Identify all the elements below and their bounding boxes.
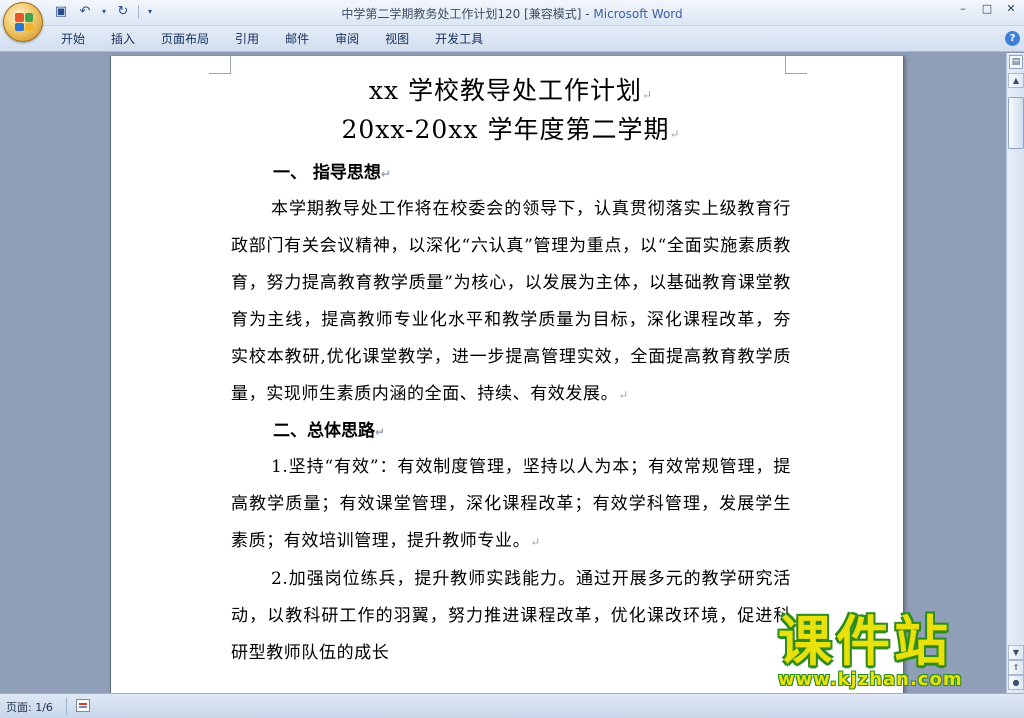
title-bar: ▣ ↶ ▾ ↻ ▾ 中学第二学期教务处工作计划120 [兼容模式] - Micr… <box>0 0 1024 42</box>
document-workspace: xx 学校教导处工作计划↵ 20xx-20xx 学年度第二学期↵ 一、 指导思想… <box>0 53 1006 693</box>
tab-home[interactable]: 开始 <box>48 31 98 47</box>
section-heading-2: 二、总体思路↵ <box>231 414 791 449</box>
previous-page-icon[interactable]: ⇑ <box>1008 660 1024 675</box>
paragraph-1: 本学期教导处工作将在校委会的领导下，认真贯彻落实上级教育行政部门有关会议精神，以… <box>231 191 791 414</box>
watermark-text: 课件站 <box>778 610 952 673</box>
paragraph-mark: ↵ <box>530 535 541 549</box>
ribbon-tabs: 开始 插入 页面布局 引用 邮件 审阅 视图 开发工具 <box>48 31 496 47</box>
browse-object-icon[interactable]: ● <box>1008 675 1024 690</box>
tab-insert[interactable]: 插入 <box>98 31 148 47</box>
proofing-icon[interactable] <box>76 699 90 712</box>
close-button[interactable]: ✕ <box>1004 2 1018 15</box>
paragraph-mark: ↵ <box>642 88 654 102</box>
office-logo-icon <box>15 13 33 31</box>
paragraph-mark: ↵ <box>375 425 386 439</box>
doc-title-text: xx 学校教导处工作计划 <box>368 76 643 105</box>
help-icon[interactable]: ? <box>1005 31 1020 46</box>
section-heading-2-text: 二、总体思路 <box>273 421 375 441</box>
ribbon-tabs-bar: 开始 插入 页面布局 引用 邮件 审阅 视图 开发工具 ? <box>0 26 1024 52</box>
scroll-up-icon[interactable]: ▲ <box>1008 73 1024 88</box>
scroll-down-icon[interactable]: ▼ <box>1008 645 1024 660</box>
paragraph-2-text: 1.坚持“有效”：有效制度管理，坚持以人为本；有效常规管理，提高教学质量；有效课… <box>231 457 791 551</box>
window-controls: – □ ✕ <box>956 2 1018 15</box>
tab-view[interactable]: 视图 <box>372 31 422 47</box>
doc-subtitle: 20xx-20xx 学年度第二学期↵ <box>231 112 791 152</box>
document-body[interactable]: xx 学校教导处工作计划↵ 20xx-20xx 学年度第二学期↵ 一、 指导思想… <box>231 74 791 672</box>
scroll-thumb[interactable] <box>1008 97 1024 149</box>
section-heading-1: 一、 指导思想↵ <box>231 156 791 191</box>
watermark-url: www.kjzhan.com <box>778 669 963 690</box>
page-count[interactable]: 页面: 1/6 <box>6 699 53 715</box>
paragraph-mark: ↵ <box>380 167 391 181</box>
watermark-logo: 课件站 www.kjzhan.com <box>770 612 1006 694</box>
tab-page-layout[interactable]: 页面布局 <box>148 31 222 47</box>
minimize-button[interactable]: – <box>956 2 970 15</box>
paragraph-mark: ↵ <box>669 127 681 141</box>
tab-review[interactable]: 审阅 <box>322 31 372 47</box>
app-name: Microsoft Word <box>593 7 683 21</box>
crop-mark-top-left <box>209 56 231 74</box>
view-ruler-icon[interactable]: ▤ <box>1009 55 1023 69</box>
doc-subtitle-text: 20xx-20xx 学年度第二学期 <box>341 115 670 144</box>
restore-button[interactable]: □ <box>980 2 994 15</box>
tab-references[interactable]: 引用 <box>222 31 272 47</box>
section-heading-1-text: 一、 指导思想 <box>273 163 381 183</box>
status-separator <box>66 697 67 715</box>
paragraph-3-text: 2.加强岗位练兵，提升教师实践能力。通过开展多元的教学研究活动，以教科研工作的羽… <box>231 569 791 663</box>
document-page[interactable]: xx 学校教导处工作计划↵ 20xx-20xx 学年度第二学期↵ 一、 指导思想… <box>110 56 904 693</box>
tab-developer[interactable]: 开发工具 <box>422 31 496 47</box>
doc-title: xx 学校教导处工作计划↵ <box>231 74 791 112</box>
document-title: 中学第二学期教务处工作计划120 [兼容模式] - <box>341 7 594 21</box>
tab-mailings[interactable]: 邮件 <box>272 31 322 47</box>
paragraph-2: 1.坚持“有效”：有效制度管理，坚持以人为本；有效常规管理，提高教学质量；有效课… <box>231 449 791 561</box>
window-title: 中学第二学期教务处工作计划120 [兼容模式] - Microsoft Word <box>0 5 1024 22</box>
office-button[interactable] <box>3 2 43 42</box>
paragraph-1-text: 本学期教导处工作将在校委会的领导下，认真贯彻落实上级教育行政部门有关会议精神，以… <box>231 199 791 404</box>
status-bar: 页面: 1/6 <box>0 693 1024 718</box>
paragraph-3: 2.加强岗位练兵，提升教师实践能力。通过开展多元的教学研究活动，以教科研工作的羽… <box>231 561 791 672</box>
crop-mark-top-right <box>785 56 807 74</box>
vertical-scrollbar[interactable]: ▤ ▲ ▼ ⇑ ● <box>1006 53 1024 693</box>
paragraph-mark: ↵ <box>618 388 629 402</box>
